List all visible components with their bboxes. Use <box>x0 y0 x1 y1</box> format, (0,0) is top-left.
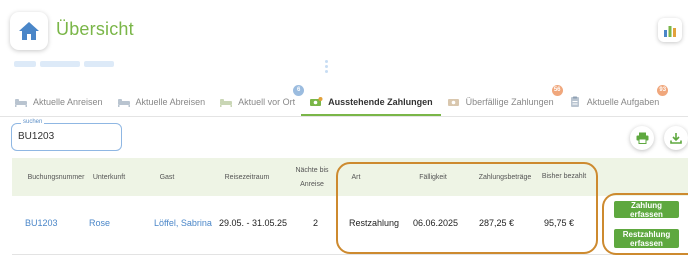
column-header-bisher-bezahlt[interactable]: Bisher bezahlt <box>541 172 587 181</box>
tab-aktuelle-anreisen[interactable]: Aktuelle Anreisen <box>14 90 103 114</box>
nights-until-arrival: 2 <box>313 218 319 228</box>
tab-badge: 6 <box>293 85 305 96</box>
tab-aktuell-vor-ort[interactable]: Aktuell vor Ort 6 <box>219 85 305 114</box>
page-title: Übersicht <box>56 19 134 39</box>
bar-chart-icon <box>664 25 676 37</box>
record-remaining-payment-button[interactable]: Restzahlung erfassen <box>614 229 679 248</box>
bed-icon <box>219 96 233 108</box>
bed-icon <box>14 96 28 108</box>
tab-ueberfaellige-zahlungen[interactable]: Überfällige Zahlungen 56 <box>447 85 563 114</box>
booking-number-link[interactable]: BU1203 <box>25 218 58 228</box>
home-button[interactable] <box>10 12 48 50</box>
record-remaining-line2: erfassen <box>630 238 663 248</box>
tab-label: Aktuelle Abreisen <box>135 97 206 107</box>
money-icon <box>309 96 323 108</box>
row-divider <box>12 254 688 255</box>
column-header-naechte-line2: Anreise <box>300 181 324 188</box>
print-button[interactable] <box>630 126 654 150</box>
table-header: Buchungsnummer Unterkunft Gast Reisezeit… <box>12 158 688 196</box>
search-label: suchen <box>21 119 45 125</box>
download-button[interactable] <box>664 126 688 150</box>
column-header-art[interactable]: Art <box>348 173 364 182</box>
paid-so-far: 95,75 € <box>544 218 575 228</box>
tab-label: Ausstehende Zahlungen <box>328 97 433 107</box>
overview-page: Übersicht Aktuelle Anreisen Aktuelle Abr… <box>0 0 688 257</box>
guest-link[interactable]: Löffel, Sabrina <box>154 218 212 228</box>
print-icon <box>636 132 648 144</box>
statistics-button[interactable] <box>658 18 682 42</box>
tabs-divider <box>0 116 688 117</box>
search-field[interactable]: suchen <box>11 119 122 151</box>
column-header-naechte[interactable]: Nächte bis Anreise <box>292 166 332 189</box>
download-icon <box>670 133 682 144</box>
record-payment-button[interactable]: Zahlung erfassen <box>614 201 679 219</box>
column-header-faelligkeit[interactable]: Fälligkeit <box>414 173 452 182</box>
payment-amount: 287,25 € <box>479 218 515 228</box>
column-header-zahlungsbetraege[interactable]: Zahlungsbeträge <box>478 173 532 182</box>
tab-label: Aktuell vor Ort <box>238 97 296 107</box>
column-header-naechte-line1: Nächte bis <box>295 167 329 174</box>
tab-label: Aktuelle Anreisen <box>33 97 103 107</box>
due-date: 06.06.2025 <box>413 218 459 228</box>
column-header-gast[interactable]: Gast <box>152 173 182 182</box>
tab-aktuelle-abreisen[interactable]: Aktuelle Abreisen <box>117 90 206 114</box>
payment-type: Restzahlung <box>349 218 400 228</box>
money-icon <box>447 96 461 108</box>
record-remaining-line1: Restzahlung <box>622 229 671 239</box>
search-input[interactable] <box>18 131 116 142</box>
faded-background-text <box>14 61 134 69</box>
column-header-unterkunft[interactable]: Unterkunft <box>88 173 130 182</box>
column-header-reisezeitraum[interactable]: Reisezeitraum <box>216 173 278 182</box>
tab-ausstehende-zahlungen[interactable]: Ausstehende Zahlungen <box>301 90 441 116</box>
clipboard-icon <box>568 96 582 108</box>
faded-background-dots <box>325 58 333 74</box>
bed-icon <box>117 96 131 108</box>
home-icon <box>19 22 39 40</box>
tab-label: Überfällige Zahlungen <box>465 97 554 107</box>
tab-label: Aktuelle Aufgaben <box>586 97 660 107</box>
tab-badge: 93 <box>657 85 669 96</box>
tab-bar: Aktuelle Anreisen Aktuelle Abreisen Aktu… <box>14 85 673 116</box>
tab-aktuelle-aufgaben[interactable]: Aktuelle Aufgaben 93 <box>568 85 669 114</box>
travel-period: 29.05. - 31.05.25 <box>219 218 288 228</box>
accommodation-link[interactable]: Rose <box>89 218 110 228</box>
tab-badge: 56 <box>551 85 563 96</box>
column-header-buchungsnummer[interactable]: Buchungsnummer <box>18 173 94 182</box>
